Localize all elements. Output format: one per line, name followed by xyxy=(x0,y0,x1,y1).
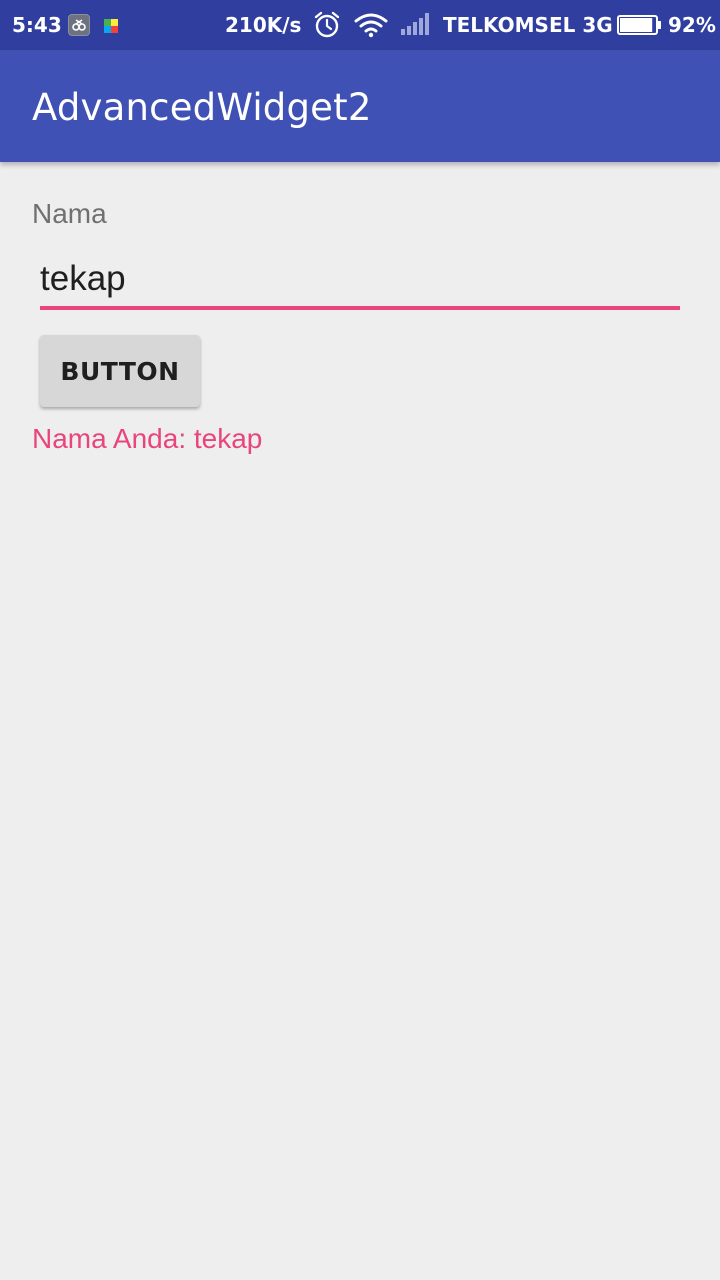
result-text: Nama Anda: tekap xyxy=(32,423,263,454)
status-time: 5:43 xyxy=(12,13,62,37)
colorful-app-icon xyxy=(102,16,120,34)
name-input-container[interactable] xyxy=(40,254,680,310)
wifi-icon xyxy=(354,12,388,38)
battery-percent: 92% xyxy=(668,13,716,37)
app-bar: AdvancedWidget2 xyxy=(0,50,720,162)
signal-icon xyxy=(400,12,432,36)
battery-icon xyxy=(617,15,663,35)
network-speed: 210K/s xyxy=(225,13,302,37)
carrier-name: TELKOMSEL 3G xyxy=(443,13,613,37)
name-input[interactable] xyxy=(40,254,680,304)
notification-app-icon xyxy=(68,14,90,36)
alarm-icon xyxy=(312,10,342,40)
name-label: Nama xyxy=(32,198,107,229)
submit-button[interactable]: BUTTON xyxy=(40,335,200,407)
app-title: AdvancedWidget2 xyxy=(32,86,372,129)
status-bar: 5:43 210K/s TELKOMSEL 3G 92% xyxy=(0,0,720,50)
